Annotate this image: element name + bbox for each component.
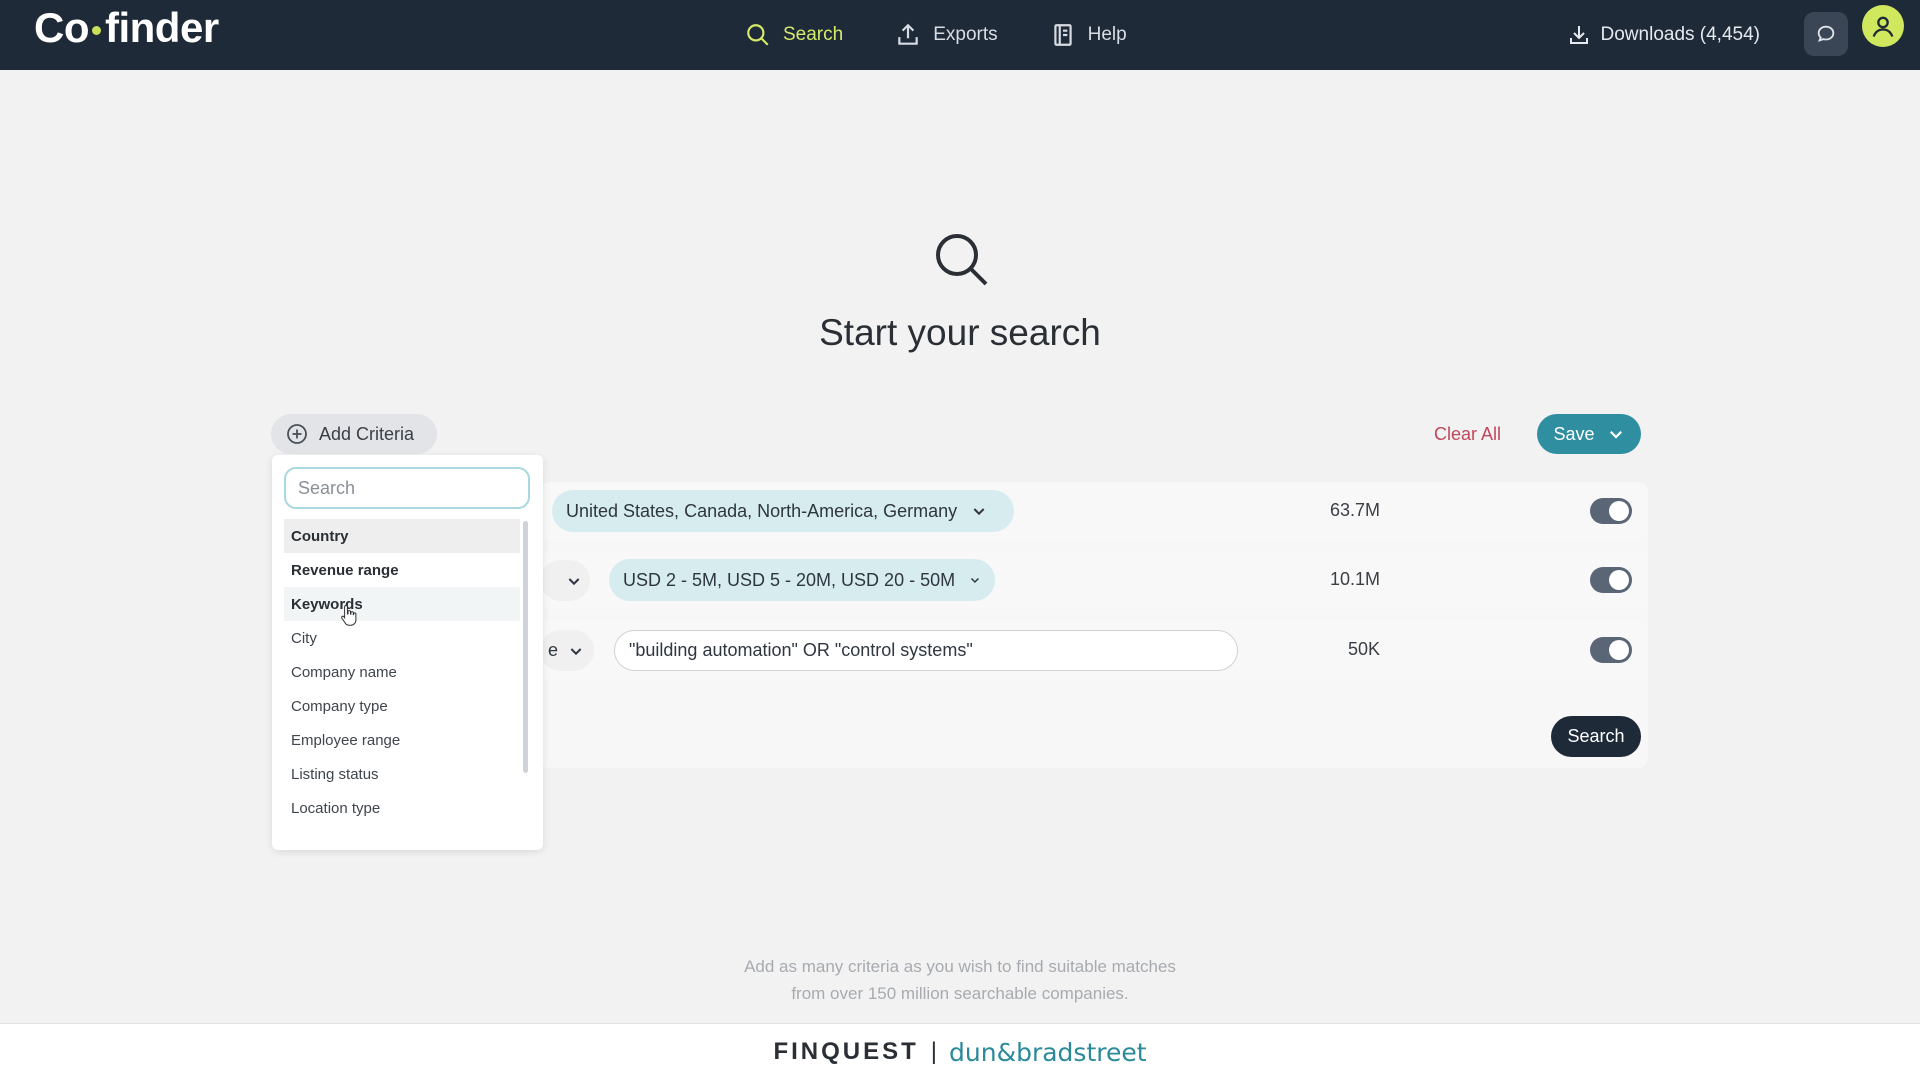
revenue-value-chip[interactable]: USD 2 - 5M, USD 5 - 20M, USD 20 - 50M <box>609 559 995 601</box>
chevron-down-icon <box>973 508 985 516</box>
criteria-field-select[interactable] <box>540 560 590 601</box>
toggle-knob <box>1609 501 1629 521</box>
search-hint: Add as many criteria as you wish to find… <box>0 953 1920 1007</box>
criteria-option-company-name[interactable]: Company name <box>284 655 520 689</box>
user-icon <box>1872 16 1894 37</box>
revenue-value: USD 2 - 5M, USD 5 - 20M, USD 20 - 50M <box>623 569 956 590</box>
criteria-field-fragment: e <box>547 640 558 660</box>
save-button[interactable]: Save <box>1537 414 1641 454</box>
logo-text-right: finder <box>105 4 219 51</box>
search-hero-icon <box>936 234 988 286</box>
criteria-option-country[interactable]: Country <box>284 519 520 553</box>
save-label: Save <box>1553 423 1595 444</box>
dun-bradstreet-logo: dun&bradstreet <box>949 1037 1147 1067</box>
country-value: United States, Canada, North-America, Ge… <box>566 500 958 521</box>
downloads-label: Downloads (4,454) <box>1600 24 1760 45</box>
clear-all-button[interactable]: Clear All <box>1434 424 1501 445</box>
book-icon <box>1053 24 1072 46</box>
download-icon <box>1569 26 1588 44</box>
criteria-option-employee-range[interactable]: Employee range <box>284 723 520 757</box>
logo-text-left: Co <box>34 4 90 51</box>
footer: FINQUEST | dun&bradstreet <box>0 1023 1920 1080</box>
hint-line-1: Add as many criteria as you wish to find… <box>744 957 1176 976</box>
criteria-option-location-type[interactable]: Location type <box>284 791 520 825</box>
criteria-option-listing-status[interactable]: Listing status <box>284 757 520 791</box>
chevron-down-icon <box>568 577 580 585</box>
nav-search[interactable]: Search <box>745 22 843 48</box>
nav-exports[interactable]: Exports <box>895 22 998 48</box>
nav-help[interactable]: Help <box>1050 22 1127 48</box>
criteria-search-input[interactable] <box>284 467 530 509</box>
page-title: Start your search <box>819 312 1101 353</box>
main-nav: Search Exports Help <box>745 0 1127 70</box>
chevron-down-icon <box>1609 430 1622 439</box>
keywords-input[interactable]: "building automation" OR "control system… <box>614 630 1238 671</box>
criteria-toggle[interactable] <box>1590 498 1632 524</box>
criteria-dropdown: Country Revenue range Keywords City Comp… <box>272 455 543 850</box>
nav-help-label: Help <box>1087 24 1127 45</box>
criteria-option-company-type[interactable]: Company type <box>284 689 520 723</box>
finquest-logo: FINQUEST <box>773 1038 919 1065</box>
keywords-value: "building automation" OR "control system… <box>629 640 973 660</box>
criteria-option-revenue-range[interactable]: Revenue range <box>284 553 520 587</box>
result-count: 63.7M <box>1329 500 1380 520</box>
criteria-row-revenue: USD 2 - 5M, USD 5 - 20M, USD 20 - 50M 10… <box>540 551 1648 609</box>
criteria-toggle[interactable] <box>1590 567 1632 593</box>
user-avatar[interactable] <box>1862 5 1904 47</box>
country-value-chip[interactable]: United States, Canada, North-America, Ge… <box>552 490 1014 532</box>
chevron-down-icon <box>971 577 980 584</box>
chat-button[interactable] <box>1804 12 1848 56</box>
criteria-row-keywords: e "building automation" OR "control syst… <box>540 621 1648 679</box>
add-criteria-label: Add Criteria <box>319 423 415 444</box>
dropdown-scrollbar[interactable] <box>523 521 528 773</box>
cofinder-logo[interactable]: Co finder <box>34 4 219 52</box>
hint-line-2: from over 150 million searchable compani… <box>791 984 1129 1003</box>
criteria-row-country: United States, Canada, North-America, Ge… <box>540 482 1648 540</box>
search-icon <box>747 24 769 46</box>
toggle-knob <box>1609 570 1629 590</box>
result-count: 50K <box>1347 639 1380 659</box>
criteria-toggle[interactable] <box>1590 637 1632 663</box>
result-count: 10.1M <box>1329 569 1380 589</box>
upload-icon <box>898 23 918 45</box>
chat-bubble-icon <box>1817 25 1835 42</box>
criteria-options-list: Country Revenue range Keywords City Comp… <box>284 519 520 825</box>
logo-dot <box>92 25 101 35</box>
add-criteria-button[interactable]: Add Criteria <box>271 414 437 454</box>
search-button[interactable]: Search <box>1551 716 1641 757</box>
top-navigation-bar: Co finder Search Exports Help Downloads (… <box>0 0 1920 70</box>
downloads-link[interactable]: Downloads (4,454) <box>1567 0 1760 70</box>
criteria-field-select[interactable]: e <box>540 630 594 671</box>
nav-search-label: Search <box>783 24 844 45</box>
hand-pointer-icon <box>341 604 357 626</box>
footer-separator: | <box>930 1038 938 1065</box>
criteria-option-city[interactable]: City <box>284 621 520 655</box>
chevron-down-icon <box>570 647 582 655</box>
toggle-knob <box>1609 640 1629 660</box>
nav-exports-label: Exports <box>933 24 998 45</box>
criteria-option-keywords[interactable]: Keywords <box>284 587 520 621</box>
plus-circle-icon <box>287 424 307 444</box>
